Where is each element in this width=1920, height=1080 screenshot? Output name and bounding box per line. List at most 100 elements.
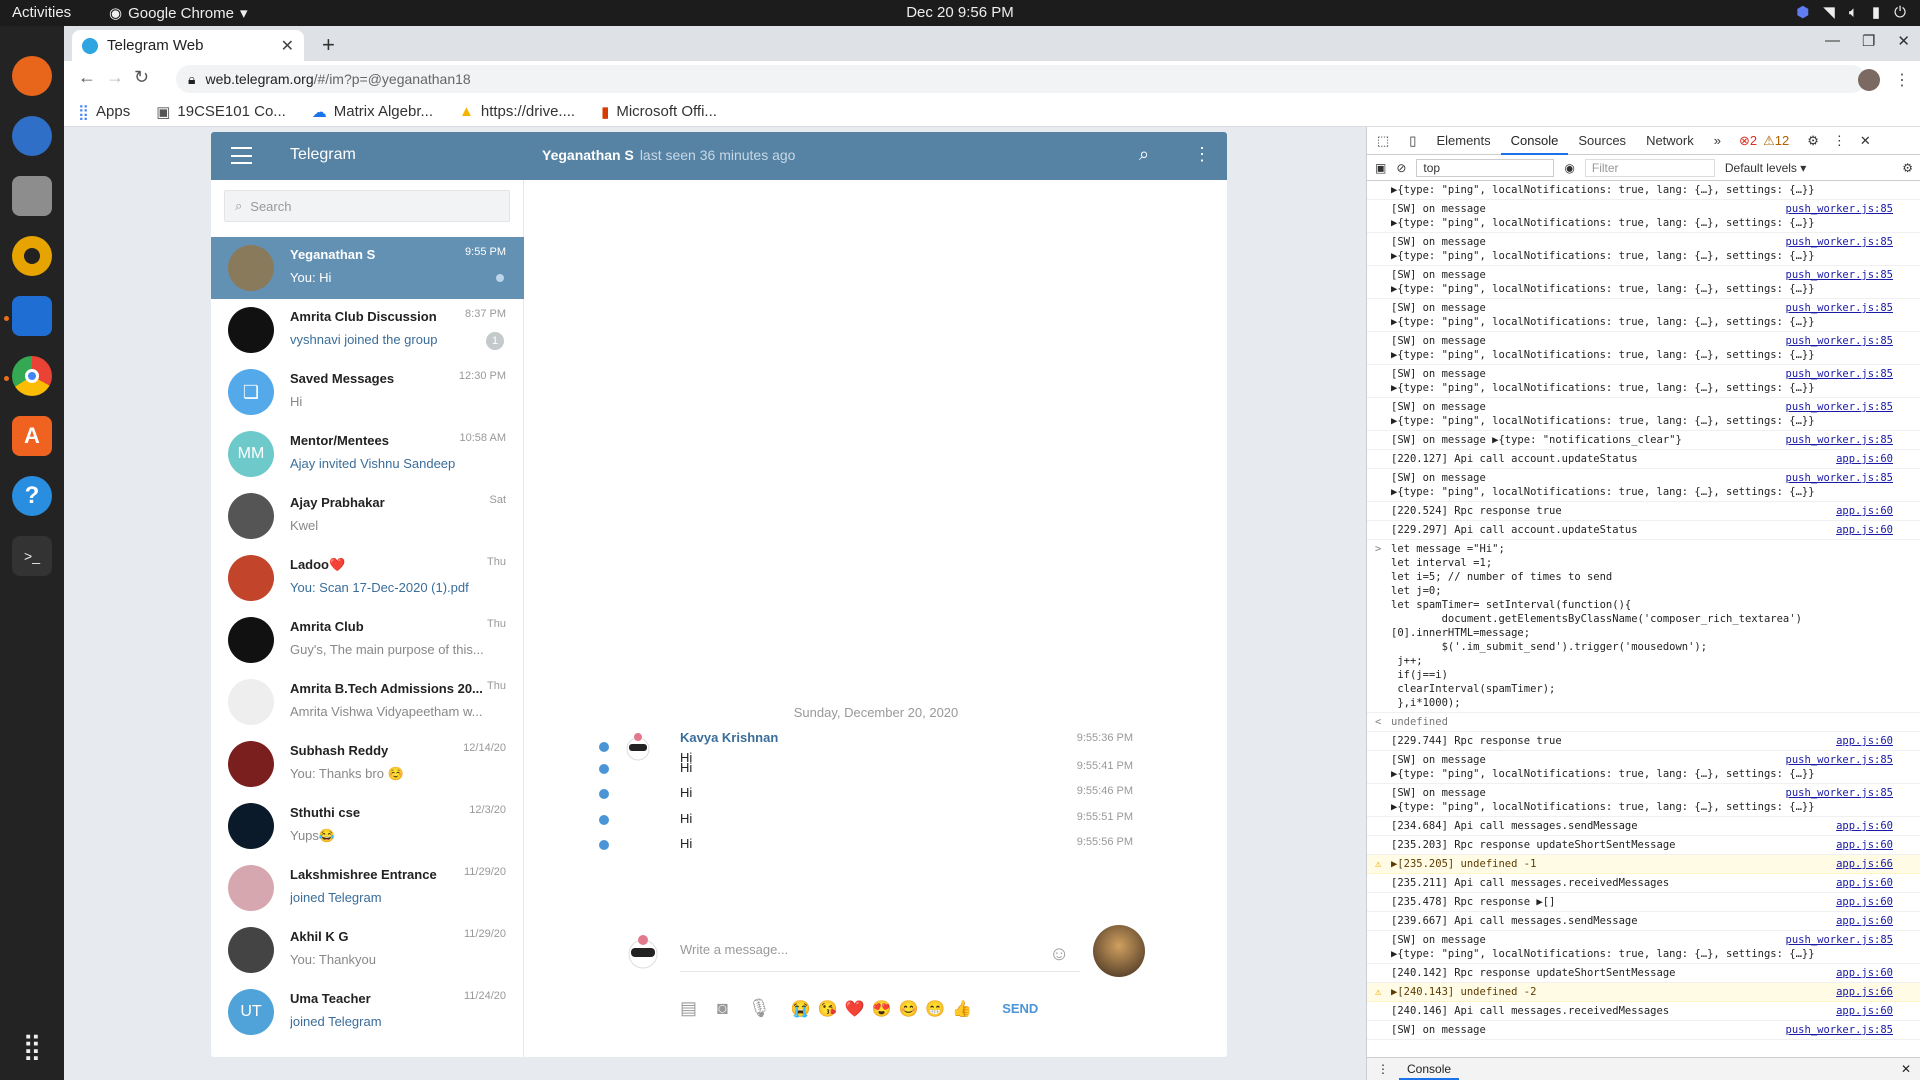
bookmark-apps[interactable]: ⣿ Apps (78, 103, 130, 121)
dialog-item[interactable]: Ladoo❤️ Thu You: Scan 17-Dec-2020 (1).pdf (211, 547, 524, 609)
console-source-link[interactable]: app.js:60 (1836, 452, 1893, 466)
close-drawer-icon[interactable]: ✕ (1901, 1062, 1911, 1076)
search-icon[interactable]: ⌕ (1139, 144, 1149, 165)
close-devtools-icon[interactable]: ✕ (1860, 133, 1871, 149)
console-log-entry[interactable]: [220.524] Rpc response true app.js:60 (1367, 502, 1920, 521)
tab-sources[interactable]: Sources (1568, 127, 1636, 155)
message-item[interactable]: Hi 9:55:51 PM (525, 811, 1227, 839)
dialog-item[interactable]: Subhash Reddy 12/14/20 You: Thanks bro ☺️ (211, 733, 524, 795)
firefox-icon[interactable] (12, 56, 52, 96)
restore-icon[interactable]: ❐ (1862, 32, 1875, 50)
rhythmbox-icon[interactable] (12, 236, 52, 276)
inspect-icon[interactable]: ⬚ (1367, 127, 1399, 155)
console-log-entry[interactable]: [234.684] Api call messages.sendMessage a… (1367, 817, 1920, 836)
context-selector[interactable]: top (1416, 158, 1555, 177)
console-source-link[interactable]: app.js:66 (1836, 985, 1893, 999)
tab-network[interactable]: Network (1636, 127, 1704, 155)
close-window-icon[interactable]: ✕ (1897, 32, 1910, 50)
reload-icon[interactable]: ↻ (134, 67, 149, 88)
dialog-item[interactable]: ❏ Saved Messages 12:30 PM Hi (211, 361, 524, 423)
system-tray[interactable]: ⬢ ◥ 🔈︎ ▮ ⏻ (1796, 3, 1906, 22)
console-log-entry[interactable]: [SW] on message ▶{type: "ping", localNot… (1367, 233, 1920, 266)
app-menu[interactable]: ◉ Google Chrome ▾ (109, 4, 248, 23)
clock[interactable]: Dec 20 9:56 PM (0, 4, 1920, 21)
app-indicator-icon[interactable]: ⬢ (1796, 3, 1809, 21)
warning-count[interactable]: ⚠12 (1763, 133, 1789, 149)
software-icon[interactable]: A (12, 416, 52, 456)
console-source-link[interactable]: push_worker.js:85 (1786, 433, 1893, 447)
console-source-link[interactable]: app.js:60 (1836, 1004, 1893, 1018)
dialog-item[interactable]: Yeganathan S 9:55 PM You: Hi (211, 237, 524, 299)
terminal-icon[interactable]: >_ (12, 536, 52, 576)
dialog-item[interactable]: MM Mentor/Mentees 10:58 AM Ajay invited Vis… (211, 423, 524, 485)
console-log-entry[interactable]: [SW] on message ▶{type: "ping", localNot… (1367, 398, 1920, 431)
devtools-menu-icon[interactable]: ⋮ (1833, 133, 1846, 149)
console-source-link[interactable]: push_worker.js:85 (1786, 753, 1893, 767)
quick-emoji-button[interactable]: 😍 (872, 999, 892, 1019)
quick-emoji-button[interactable]: 😁 (925, 999, 945, 1019)
error-count[interactable]: ⊗2 (1739, 133, 1757, 149)
bookmark-item[interactable]: ▮ Microsoft Offi... (601, 103, 717, 121)
camera-icon[interactable]: ◙ (717, 998, 728, 1019)
console-log-entry[interactable]: [SW] on message ▶{type: "ping", localNot… (1367, 751, 1920, 784)
console-source-link[interactable]: push_worker.js:85 (1786, 367, 1893, 381)
console-log-entry[interactable]: [239.667] Api call messages.sendMessage a… (1367, 912, 1920, 931)
menu-dots-icon[interactable]: ⋮ (1894, 70, 1910, 90)
minimize-icon[interactable]: — (1825, 32, 1840, 50)
console-log-entry[interactable]: [229.744] Rpc response true app.js:60 (1367, 732, 1920, 751)
console-source-link[interactable]: push_worker.js:85 (1786, 1023, 1893, 1037)
message-author[interactable]: Kavya Krishnan (680, 730, 778, 745)
bookmark-item[interactable]: ▣ 19CSE101 Co... (156, 103, 286, 121)
tab-console[interactable]: Console (1500, 127, 1569, 155)
console-source-link[interactable]: app.js:60 (1836, 914, 1893, 928)
settings-gear-icon[interactable]: ⚙ (1807, 133, 1819, 149)
console-log-entry[interactable]: [SW] on message ▶{type: "notifications_c… (1367, 431, 1920, 450)
back-icon[interactable]: ← (78, 67, 96, 88)
forward-icon[interactable]: → (106, 67, 124, 88)
console-log-entry[interactable]: [SW] on message ▶{type: "ping", localNot… (1367, 266, 1920, 299)
sidebar-toggle-icon[interactable]: ▣ (1375, 161, 1386, 175)
console-source-link[interactable]: app.js:60 (1836, 838, 1893, 852)
console-log-entry[interactable]: [229.297] Api call account.updateStatus a… (1367, 521, 1920, 540)
help-icon[interactable]: ? (12, 476, 52, 516)
quick-emoji-button[interactable]: 😊 (898, 999, 918, 1019)
console-source-link[interactable]: app.js:60 (1836, 523, 1893, 537)
tab-elements[interactable]: Elements (1426, 127, 1500, 155)
console-log-entry[interactable]: [SW] on message ▶{type: "ping", localNot… (1367, 332, 1920, 365)
chrome-icon[interactable] (12, 356, 52, 396)
dialog-item[interactable]: Amrita B.Tech Admissions 20... Thu Amrita … (211, 671, 524, 733)
console-source-link[interactable]: app.js:60 (1836, 504, 1893, 518)
filter-input[interactable]: Filter (1584, 158, 1715, 177)
emoji-icon[interactable]: ☺ (1049, 943, 1069, 966)
console-warning-entry[interactable]: ⚠ ▶[240.143] undefined -2 app.js:66 (1367, 983, 1920, 1002)
bookmark-item[interactable]: ▲ https://drive.... (459, 103, 575, 120)
send-button[interactable]: SEND (1002, 1001, 1038, 1016)
device-toolbar-icon[interactable]: ▯ (1399, 127, 1426, 155)
activities-button[interactable]: Activities (12, 4, 71, 21)
console-log-entry[interactable]: [SW] on message push_worker.js:85 (1367, 1021, 1920, 1040)
console-source-link[interactable]: push_worker.js:85 (1786, 235, 1893, 249)
quick-emoji-button[interactable]: 😘 (818, 999, 838, 1019)
console-source-link[interactable]: push_worker.js:85 (1786, 301, 1893, 315)
console-log-entry[interactable]: [SW] on message ▶{type: "ping", localNot… (1367, 365, 1920, 398)
console-settings-icon[interactable]: ⚙ (1902, 161, 1913, 175)
hamburger-menu-icon[interactable] (231, 147, 252, 164)
message-item[interactable]: Hi 9:55:46 PM (525, 785, 1227, 813)
dialog-item[interactable]: Amrita Club Discussion 8:37 PM vyshnavi jo… (211, 299, 524, 361)
quick-emoji-button[interactable]: ❤️ (845, 999, 865, 1019)
console-source-link[interactable]: push_worker.js:85 (1786, 268, 1893, 282)
new-tab-button[interactable]: + (322, 32, 335, 58)
console-log-entry[interactable]: ▶{type: "ping", localNotifications: true… (1367, 181, 1920, 200)
console-source-link[interactable]: app.js:60 (1836, 819, 1893, 833)
my-avatar[interactable] (1093, 925, 1145, 977)
console-log-entry[interactable]: [235.478] Rpc response ▶[] app.js:60 (1367, 893, 1920, 912)
more-options-icon[interactable]: ⋮ (1193, 144, 1211, 165)
bookmark-item[interactable]: ☁ Matrix Algebr... (312, 103, 433, 121)
console-source-link[interactable]: push_worker.js:85 (1786, 334, 1893, 348)
console-source-link[interactable]: push_worker.js:85 (1786, 933, 1893, 947)
clear-console-icon[interactable]: ⊘ (1396, 161, 1406, 175)
console-source-link[interactable]: app.js:66 (1836, 857, 1893, 871)
search-input[interactable]: ⌕ Search (224, 190, 510, 222)
console-warning-entry[interactable]: ⚠ ▶[235.205] undefined -1 app.js:66 (1367, 855, 1920, 874)
console-log-entry[interactable]: [240.142] Rpc response updateShortSentMe… (1367, 964, 1920, 983)
